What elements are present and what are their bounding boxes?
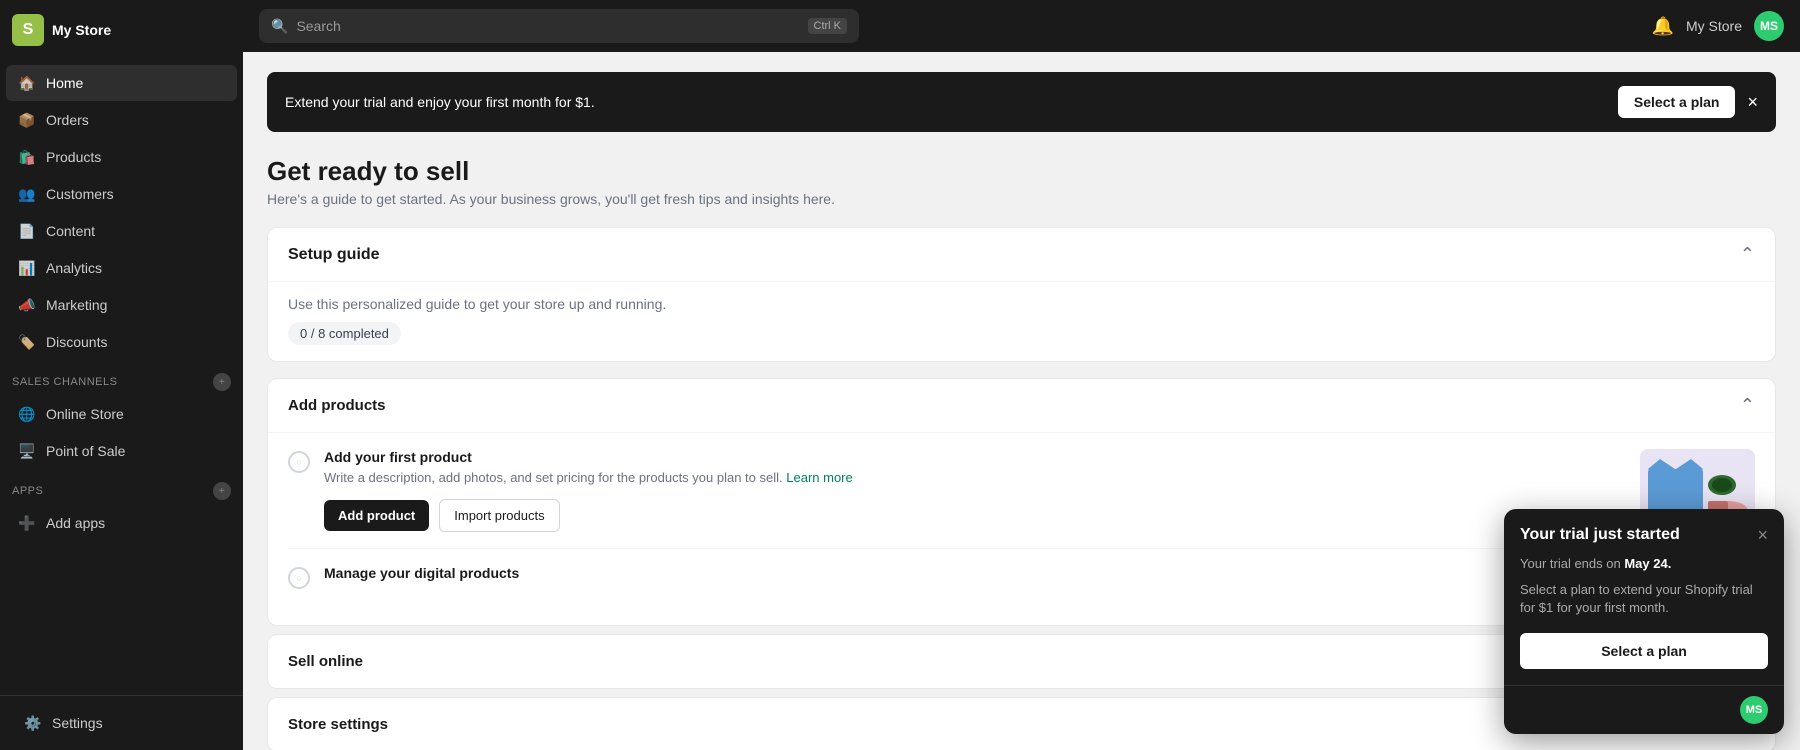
add-first-product-title: Add your first product xyxy=(324,449,1626,465)
manage-digital-check-icon: ○ xyxy=(288,567,310,589)
trial-ends-text: Your trial ends on May 24. xyxy=(1520,556,1768,571)
trial-popup-title: Your trial just started xyxy=(1520,526,1680,544)
add-products-header[interactable]: Add products ⌃ xyxy=(268,379,1775,432)
trial-popup: Your trial just started × Your trial end… xyxy=(1504,509,1784,734)
topbar: 🔍 Search Ctrl K 🔔 My Store MS xyxy=(243,0,1800,52)
avatar[interactable]: MS xyxy=(1754,11,1784,41)
sidebar-item-discounts-label: Discounts xyxy=(46,334,107,350)
notification-icon[interactable]: 🔔 xyxy=(1652,16,1674,37)
sidebar-item-add-apps[interactable]: ➕ Add apps xyxy=(6,505,237,541)
sell-online-title: Sell online xyxy=(288,653,363,670)
point-of-sale-icon: 🖥️ xyxy=(18,442,36,460)
setup-guide-description: Use this personalized guide to get your … xyxy=(288,282,1755,322)
search-bar[interactable]: 🔍 Search Ctrl K xyxy=(259,9,859,43)
store-name-topbar[interactable]: My Store xyxy=(1686,18,1742,34)
setup-guide-body: Use this personalized guide to get your … xyxy=(268,281,1775,361)
sidebar-item-marketing-label: Marketing xyxy=(46,297,107,313)
sidebar-item-customers-label: Customers xyxy=(46,186,114,202)
sales-channels-section: Sales channels + xyxy=(0,361,243,395)
sidebar-item-analytics-label: Analytics xyxy=(46,260,102,276)
sidebar-item-orders[interactable]: 📦 Orders xyxy=(6,102,237,138)
apps-toggle[interactable]: + xyxy=(213,482,231,500)
trial-popup-footer: MS xyxy=(1504,685,1784,734)
page-title: Get ready to sell xyxy=(267,156,1776,187)
trial-banner: Extend your trial and enjoy your first m… xyxy=(267,72,1776,132)
content-icon: 📄 xyxy=(18,222,36,240)
sidebar-item-marketing[interactable]: 📣 Marketing xyxy=(6,287,237,323)
discounts-icon: 🏷️ xyxy=(18,333,36,351)
trial-popup-body: Your trial ends on May 24. Select a plan… xyxy=(1504,546,1784,685)
add-first-product-actions: Add product Import products xyxy=(324,499,1626,532)
store-name: My Store xyxy=(52,22,111,38)
sidebar-item-discounts[interactable]: 🏷️ Discounts xyxy=(6,324,237,360)
trial-popup-close-button[interactable]: × xyxy=(1757,525,1768,546)
import-products-button[interactable]: Import products xyxy=(439,499,559,532)
search-icon: 🔍 xyxy=(271,18,288,35)
marketing-icon: 📣 xyxy=(18,296,36,314)
setup-guide-chevron-icon: ⌃ xyxy=(1740,244,1755,265)
add-products-chevron-icon: ⌃ xyxy=(1740,395,1755,416)
trial-popup-header: Your trial just started × xyxy=(1504,509,1784,546)
sidebar-item-content-label: Content xyxy=(46,223,95,239)
settings-icon: ⚙️ xyxy=(24,714,42,732)
home-icon: 🏠 xyxy=(18,74,36,92)
sidebar-item-products[interactable]: 🛍️ Products xyxy=(6,139,237,175)
products-icon: 🛍️ xyxy=(18,148,36,166)
sidebar-item-point-of-sale-label: Point of Sale xyxy=(46,443,125,459)
add-first-product-check-icon: ○ xyxy=(288,451,310,473)
analytics-icon: 📊 xyxy=(18,259,36,277)
banner-select-plan-button[interactable]: Select a plan xyxy=(1618,86,1736,118)
sidebar-item-customers[interactable]: 👥 Customers xyxy=(6,176,237,212)
search-shortcut: Ctrl K xyxy=(808,18,848,34)
setup-guide-card: Setup guide ⌃ Use this personalized guid… xyxy=(267,227,1776,362)
sidebar-item-analytics[interactable]: 📊 Analytics xyxy=(6,250,237,286)
apps-section: Apps + xyxy=(0,470,243,504)
completed-badge: 0 / 8 completed xyxy=(288,322,401,345)
completed-text: 0 / 8 completed xyxy=(300,326,389,341)
add-first-product-desc: Write a description, add photos, and set… xyxy=(324,469,1626,487)
add-product-button[interactable]: Add product xyxy=(324,500,429,531)
sidebar-item-add-apps-label: Add apps xyxy=(46,515,105,531)
orders-icon: 📦 xyxy=(18,111,36,129)
sidebar-header: S My Store xyxy=(0,0,243,60)
customers-icon: 👥 xyxy=(18,185,36,203)
banner-text: Extend your trial and enjoy your first m… xyxy=(285,94,1606,110)
add-apps-icon: ➕ xyxy=(18,514,36,532)
sidebar-item-content[interactable]: 📄 Content xyxy=(6,213,237,249)
banner-close-button[interactable]: × xyxy=(1747,92,1758,113)
add-products-title: Add products xyxy=(288,397,386,414)
sidebar-item-products-label: Products xyxy=(46,149,101,165)
online-store-icon: 🌐 xyxy=(18,405,36,423)
trial-ends-date: May 24. xyxy=(1624,556,1671,571)
sidebar-item-settings[interactable]: ⚙️ Settings xyxy=(12,705,231,741)
add-first-product-content: Add your first product Write a descripti… xyxy=(324,449,1626,532)
page-subtitle: Here's a guide to get started. As your b… xyxy=(267,191,1776,207)
sidebar-item-settings-label: Settings xyxy=(52,715,103,731)
store-settings-title: Store settings xyxy=(288,716,388,733)
sidebar-item-online-store[interactable]: 🌐 Online Store xyxy=(6,396,237,432)
search-placeholder: Search xyxy=(296,18,799,34)
sidebar-item-point-of-sale[interactable]: 🖥️ Point of Sale xyxy=(6,433,237,469)
setup-guide-title: Setup guide xyxy=(288,246,380,264)
trial-select-plan-button[interactable]: Select a plan xyxy=(1520,633,1768,669)
learn-more-link[interactable]: Learn more xyxy=(786,470,852,485)
topbar-right: 🔔 My Store MS xyxy=(1652,11,1784,41)
sidebar-item-home-label: Home xyxy=(46,75,83,91)
sidebar-item-home[interactable]: 🏠 Home xyxy=(6,65,237,101)
sales-channels-toggle[interactable]: + xyxy=(213,373,231,391)
sidebar-item-orders-label: Orders xyxy=(46,112,89,128)
sidebar-item-online-store-label: Online Store xyxy=(46,406,124,422)
trial-desc: Select a plan to extend your Shopify tri… xyxy=(1520,581,1768,617)
sidebar: S My Store 🏠 Home 📦 Orders 🛍️ Products 👥… xyxy=(0,0,243,750)
sidebar-nav: 🏠 Home 📦 Orders 🛍️ Products 👥 Customers … xyxy=(0,60,243,695)
shopify-logo-icon: S xyxy=(12,14,44,46)
sidebar-footer: ⚙️ Settings xyxy=(0,695,243,750)
trial-popup-avatar: MS xyxy=(1740,696,1768,724)
setup-guide-header[interactable]: Setup guide ⌃ xyxy=(268,228,1775,281)
